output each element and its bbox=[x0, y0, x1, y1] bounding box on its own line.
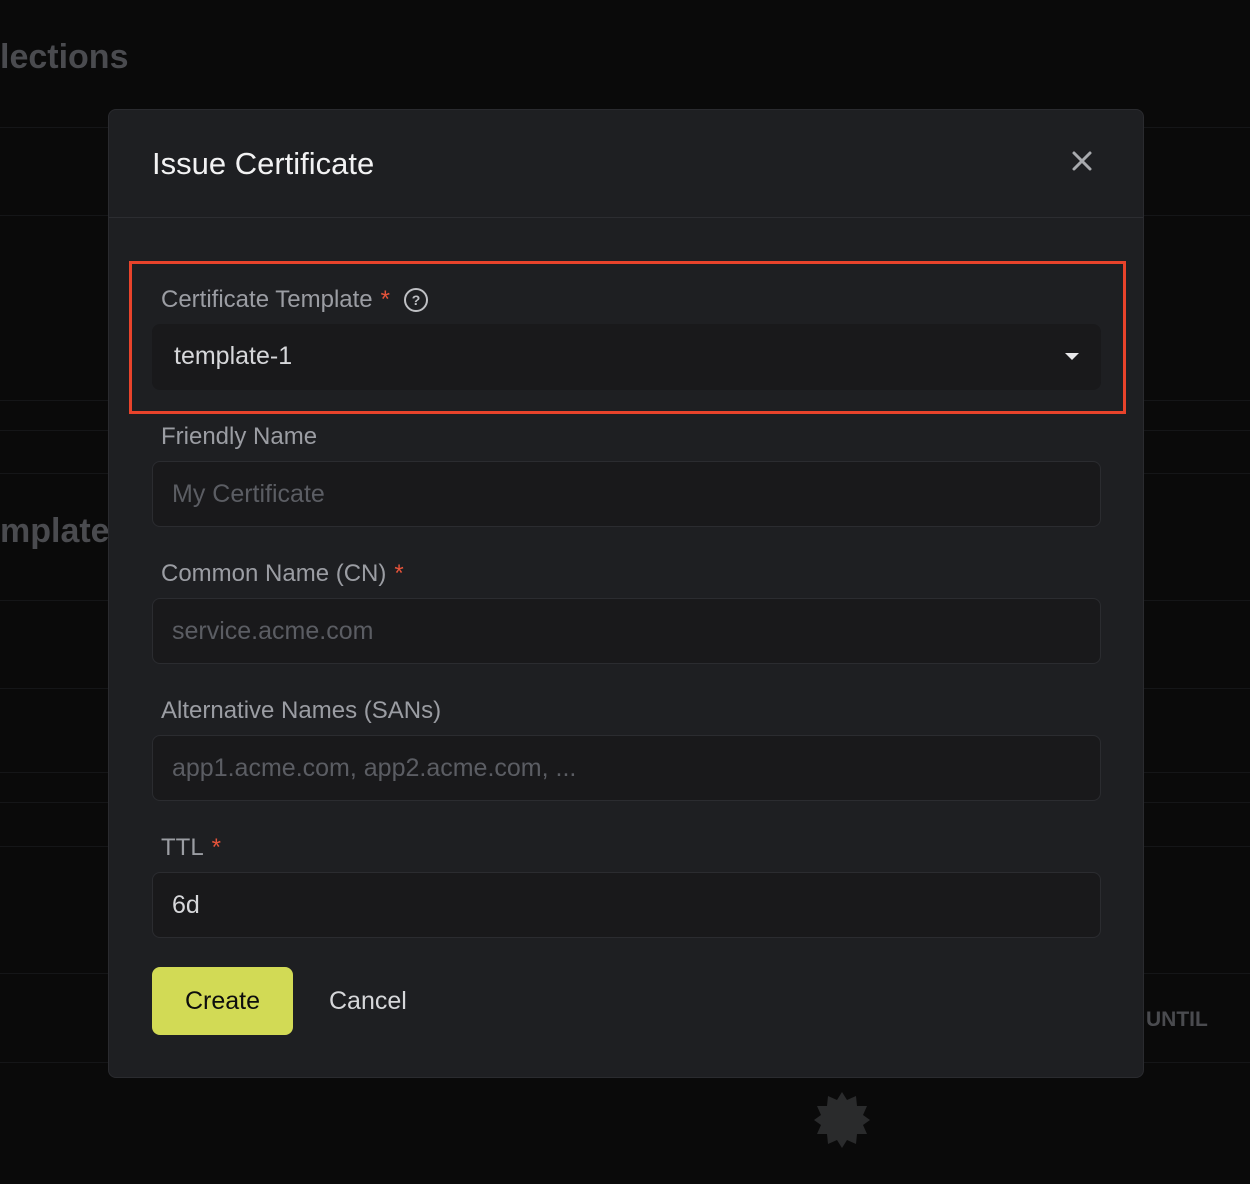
label-text: Friendly Name bbox=[161, 423, 318, 450]
column-header: UNTIL bbox=[1146, 1008, 1208, 1031]
alternative-names-input[interactable]: app1.acme.com, app2.acme.com, ... bbox=[152, 735, 1101, 801]
cancel-button[interactable]: Cancel bbox=[329, 967, 407, 1035]
common-name-input[interactable]: service.acme.com bbox=[152, 598, 1101, 664]
label-text: Common Name (CN) bbox=[161, 560, 387, 587]
issue-certificate-dialog: Issue Certificate Certificate Template *?… bbox=[108, 109, 1144, 1078]
friendly-name-label: Friendly Name bbox=[161, 423, 317, 451]
label-text: Alternative Names (SANs) bbox=[161, 697, 442, 724]
required-marker: * bbox=[211, 834, 222, 861]
certificate-template-select[interactable]: template-1 bbox=[152, 324, 1101, 390]
common-name-label: Common Name (CN) * bbox=[161, 560, 404, 588]
label-text: TTL bbox=[161, 834, 204, 861]
close-icon[interactable] bbox=[1067, 146, 1097, 176]
friendly-name-input[interactable]: My Certificate bbox=[152, 461, 1101, 527]
label-text: Certificate Template bbox=[161, 286, 373, 313]
create-button[interactable]: Create bbox=[152, 967, 293, 1035]
alternative-names-label: Alternative Names (SANs) bbox=[161, 697, 441, 725]
help-icon[interactable]: ? bbox=[404, 288, 428, 312]
certificate-template-label: Certificate Template *? bbox=[161, 286, 428, 314]
ttl-input[interactable]: 6d bbox=[152, 872, 1101, 938]
spinner-badge-icon bbox=[814, 1092, 870, 1148]
chevron-down-icon bbox=[1065, 353, 1079, 360]
dialog-title: Issue Certificate bbox=[152, 146, 375, 181]
selected-value: template-1 bbox=[174, 342, 293, 370]
required-marker: * bbox=[394, 560, 404, 587]
section-heading: lections bbox=[0, 38, 129, 76]
required-marker: * bbox=[380, 286, 390, 313]
ttl-label: TTL * bbox=[161, 834, 221, 862]
dialog-header: Issue Certificate bbox=[109, 110, 1143, 218]
